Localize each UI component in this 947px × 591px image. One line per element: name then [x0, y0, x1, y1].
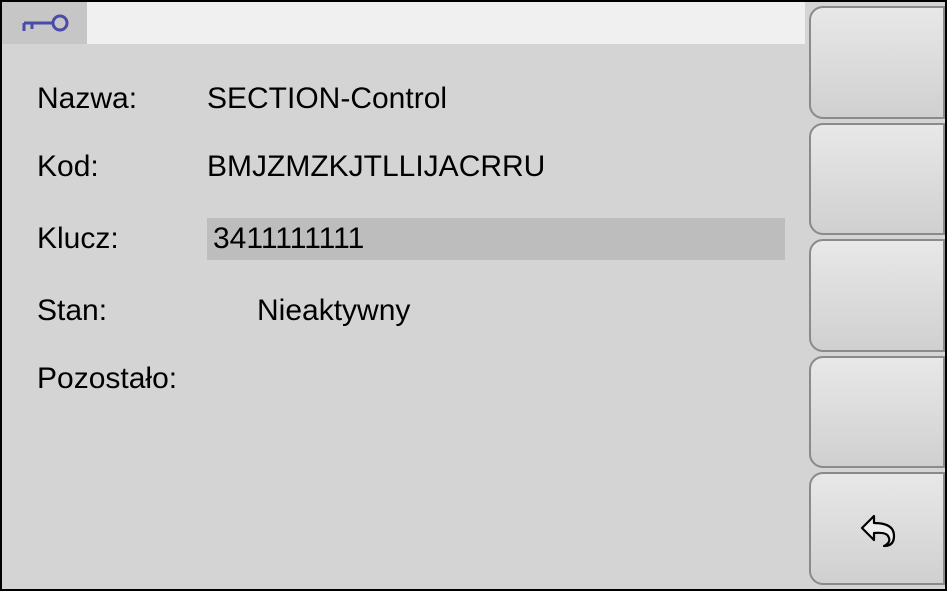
key-label: Klucz: — [37, 222, 207, 256]
content-panel: Nazwa: SECTION-Control Kod: BMJZMZKJTLLI… — [37, 82, 785, 430]
screen-frame: Nazwa: SECTION-Control Kod: BMJZMZKJTLLI… — [2, 2, 945, 589]
side-button-4[interactable] — [809, 356, 945, 469]
row-code: Kod: BMJZMZKJTLLIJACRRU — [37, 150, 785, 184]
back-button[interactable] — [809, 472, 945, 585]
side-button-2[interactable] — [809, 123, 945, 236]
main-area: Nazwa: SECTION-Control Kod: BMJZMZKJTLLI… — [2, 2, 805, 589]
name-value: SECTION-Control — [207, 82, 785, 116]
row-remaining: Pozostało: — [37, 362, 785, 396]
row-name: Nazwa: SECTION-Control — [37, 82, 785, 116]
side-buttons — [805, 2, 945, 589]
code-value: BMJZMZKJTLLIJACRRU — [207, 150, 785, 184]
key-input[interactable] — [207, 218, 785, 260]
code-label: Kod: — [37, 150, 207, 184]
row-status: Stan: Nieaktywny — [37, 294, 785, 328]
row-key: Klucz: — [37, 218, 785, 260]
side-button-3[interactable] — [809, 239, 945, 352]
name-label: Nazwa: — [37, 82, 207, 116]
remaining-label: Pozostało: — [37, 362, 207, 396]
side-button-1[interactable] — [809, 6, 945, 119]
back-arrow-icon — [848, 506, 906, 552]
license-tab[interactable] — [2, 2, 87, 44]
status-value: Nieaktywny — [207, 294, 785, 328]
title-bar — [87, 2, 805, 44]
key-icon — [20, 11, 70, 35]
status-label: Stan: — [37, 294, 207, 328]
